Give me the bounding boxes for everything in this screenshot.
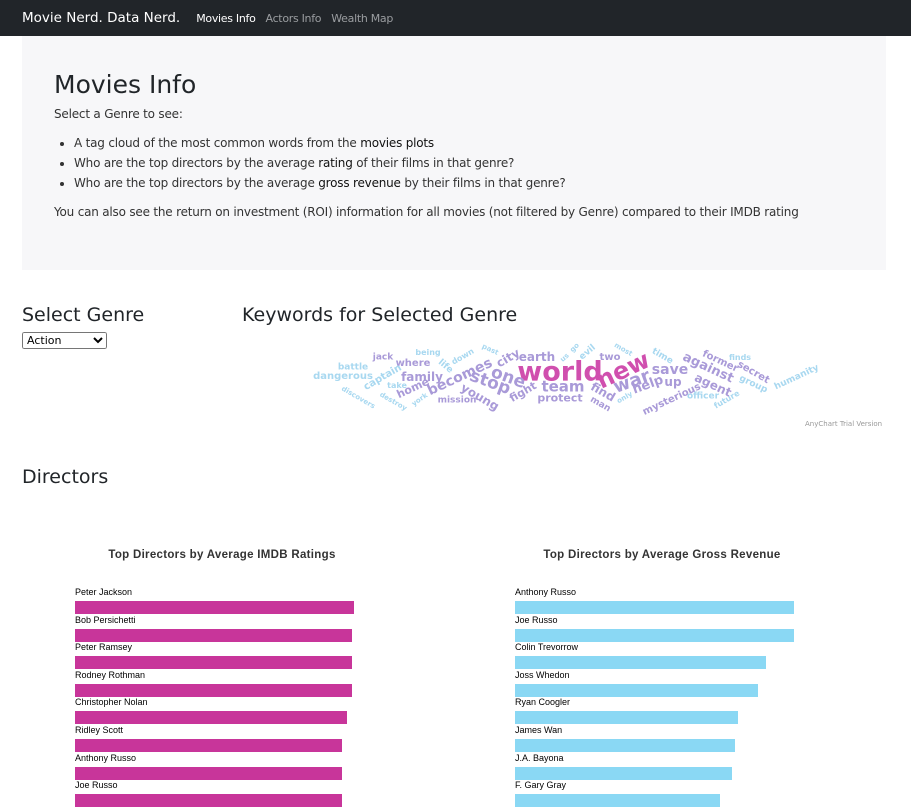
keyword-protect: protect [537, 391, 583, 405]
intro-note: You can also see the return on investmen… [54, 205, 799, 219]
bar-label: James Wan [515, 725, 563, 735]
bar-label: J.A. Bayona [515, 752, 564, 763]
keyword-past: past [480, 342, 500, 357]
bar[interactable] [515, 711, 738, 725]
intro-panel: Movies Info Select a Genre to see: A tag… [22, 36, 886, 270]
bar[interactable] [515, 683, 758, 697]
imdb-chart-title: Top Directors by Average IMDB Ratings [108, 549, 336, 561]
keyword-earth: earth [518, 350, 556, 364]
bar-label: Ridley Scott [75, 725, 124, 735]
bar[interactable] [75, 628, 353, 642]
bar[interactable] [515, 656, 767, 670]
keyword-jack: jack [372, 352, 394, 363]
keyword-up: up [664, 375, 682, 389]
genre-select[interactable]: Action [22, 332, 107, 349]
select-genre-heading: Select Genre [22, 304, 145, 326]
intro-lead: Select a Genre to see: [54, 107, 183, 121]
keyword-finds: finds [728, 353, 752, 362]
bar-label: Anthony Russo [75, 752, 137, 763]
bar[interactable] [75, 656, 353, 670]
bar[interactable] [515, 628, 794, 642]
bar[interactable] [75, 711, 348, 725]
bar-label: Peter Ramsey [75, 642, 133, 653]
keyword-dangerous: dangerous [313, 371, 373, 382]
keyword-being: being [415, 348, 441, 357]
navbar: Movie Nerd. Data Nerd. Movies Info Actor… [0, 0, 911, 36]
bar-label: Peter Jackson [75, 587, 133, 597]
anychart-trial-label[interactable]: AnyChart Trial Version [805, 420, 882, 428]
bar[interactable] [515, 794, 721, 807]
page-title: Movies Info [54, 70, 197, 99]
bar-label: Colin Trevorrow [515, 642, 579, 653]
bar[interactable] [75, 766, 342, 780]
directors-heading: Directors [22, 466, 109, 488]
bar[interactable] [515, 739, 736, 752]
nav-wealth-map[interactable]: Wealth Map [331, 12, 393, 25]
bar-label: Rodney Rothman [75, 669, 146, 680]
bar[interactable] [515, 766, 733, 780]
bar-label: Christopher Nolan [75, 697, 148, 708]
keyword-take: take [387, 381, 407, 390]
bar-label: Joe Russo [515, 614, 558, 625]
bar-label: Anthony Russo [515, 587, 577, 597]
keywords-heading: Keywords for Selected Genre [242, 304, 518, 326]
brand[interactable]: Movie Nerd. Data Nerd. [22, 10, 180, 26]
bar[interactable] [75, 601, 354, 614]
bar[interactable] [75, 794, 342, 807]
bar[interactable] [75, 739, 342, 752]
bar-label: Joss Whedon [515, 669, 570, 680]
nav-movies-info[interactable]: Movies Info [196, 12, 256, 25]
keyword-two: two [599, 352, 621, 363]
bar[interactable] [515, 601, 794, 614]
bar-label: Bob Persichetti [75, 614, 136, 625]
keyword-humanity: humanity [772, 362, 821, 393]
nav-actors-info[interactable]: Actors Info [266, 12, 322, 25]
bar-label: Joe Russo [75, 780, 118, 791]
list-item: A tag cloud of the most common words fro… [74, 133, 854, 153]
bar[interactable] [75, 683, 353, 697]
bar-label: F. Gary Gray [515, 780, 567, 791]
gross-chart-title: Top Directors by Average Gross Revenue [543, 549, 781, 561]
keyword-mission: mission [437, 395, 477, 406]
list-item: Who are the top directors by the average… [74, 173, 854, 193]
bar-label: Ryan Coogler [515, 697, 571, 708]
list-item: Who are the top directors by the average… [74, 153, 854, 173]
intro-list: A tag cloud of the most common words fro… [74, 133, 854, 193]
